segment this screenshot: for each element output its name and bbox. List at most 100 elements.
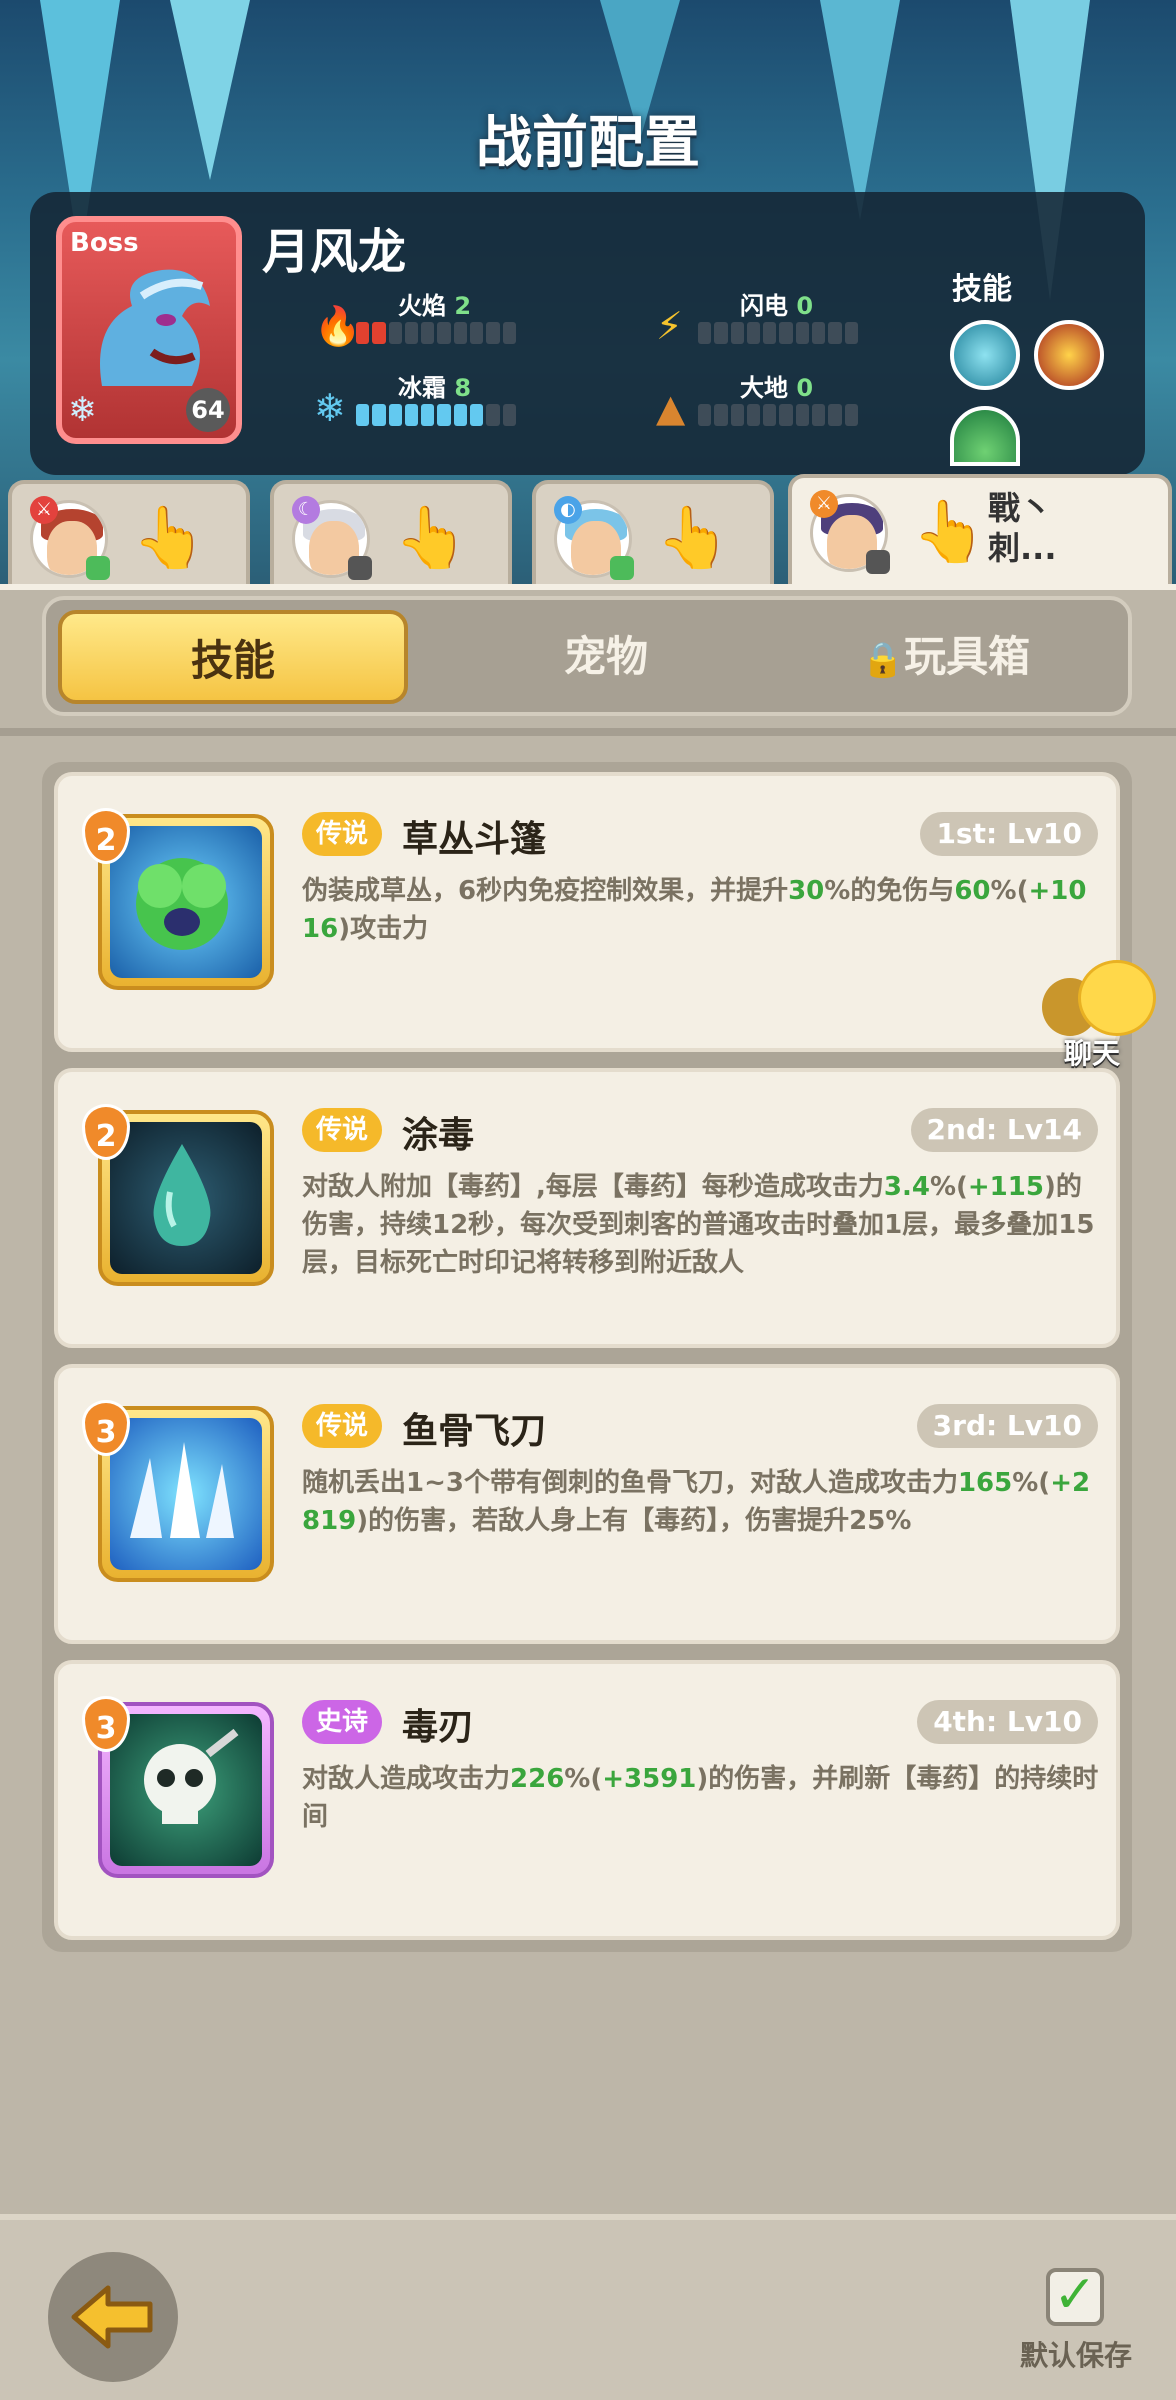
stat-bar [356,322,516,344]
stat-bar-segment [698,404,712,426]
highlight-value: 3.4 [883,1172,930,1202]
default-save-checkbox[interactable]: ✓ [1046,2268,1104,2326]
skill-slot-level: 2nd: Lv14 [910,1108,1098,1152]
stat-bar-segment [828,322,842,344]
tab-label: 宠物 [563,632,648,681]
boss-level: 64 [186,388,230,432]
stat-bar-segment [356,322,370,344]
hero-tab-2[interactable]: ☾ 👆 [270,480,512,584]
stat-bar-segment [746,322,761,344]
highlight-value: 30 [788,876,825,906]
stat-bar-segment [844,404,858,426]
tab-label: 玩具箱 [904,632,1031,681]
stat-bar-segment [388,322,402,344]
stat-bar [356,404,516,426]
fire-icon: 🔥 [314,304,362,348]
stat-label: 大地 [740,374,788,402]
stat-frost: ❄ 冰霜 8 [314,368,574,430]
stat-bar-segment [746,404,761,426]
skill-slot-level: 1st: Lv10 [920,812,1098,856]
skill-name: 鱼骨飞刀 [402,1411,547,1452]
back-button[interactable] [48,2252,178,2382]
pointing-hand-icon: 👆 [656,503,731,573]
nature-skill-icon[interactable] [950,406,1020,466]
wind-skill-icon[interactable] [950,320,1020,390]
stat-bar-segment [763,322,777,344]
tab-skills[interactable]: 技能 [58,610,408,704]
dragon-portrait-icon [100,269,210,386]
pointing-hand-icon: 👆 [132,503,207,573]
stat-bar-segment [828,404,842,426]
boss-info-panel: Boss ❄ 64 月风龙 🔥 火焰 2 ⚡ 闪电 0 ❄ 冰霜 8 ▲ 大地 … [30,192,1145,475]
stat-label: 冰霜 [398,374,446,402]
skill-slot-level: 4th: Lv10 [917,1700,1098,1744]
tab-toybox[interactable]: 🔒玩具箱 [786,610,1106,704]
stat-bar-segment [779,322,793,344]
chat-status-icon [610,556,634,580]
class-badge-icon: ⚔ [810,490,838,518]
skull-blade-icon [110,1714,262,1866]
bush-icon [110,826,262,978]
stat-bar-segment [437,404,451,426]
fire-skill-icon[interactable] [1034,320,1104,390]
hero-tab-1[interactable]: ⚔ 👆 [8,480,250,584]
stat-bar-segment [470,404,484,426]
class-badge-icon: ☾ [292,496,320,524]
hero-tab-4[interactable]: ⚔ 👆 戰丶刺... [788,474,1172,584]
stat-bar-segment [453,322,468,344]
stat-bar-segment [730,404,744,426]
snowflake-icon: ❄ [68,390,97,430]
hero-tab-3[interactable]: ◐ 👆 [532,480,774,584]
stat-bar-segment [388,404,402,426]
description-text: %的免伤与 [824,876,955,906]
highlight-value: +115 [967,1172,1044,1202]
lightning-icon: ⚡ [656,304,683,348]
skill-list: 2 传说 草丛斗篷 1st: Lv10 伪装成草丛，6秒内免疫控制效果，并提升3… [42,762,1132,1952]
skill-slot-level: 3rd: Lv10 [916,1404,1098,1448]
stat-bar-segment [404,322,419,344]
chat-button[interactable]: 聊天 [1036,958,1166,1070]
stat-value: 0 [796,374,814,402]
stat-bar-segment [486,404,500,426]
boss-tag: Boss [70,228,139,258]
chat-status-icon [348,556,372,580]
chat-label: 聊天 [1064,1037,1121,1070]
stat-bar-segment [714,404,728,426]
description-text: 对敌人造成攻击力 [302,1764,511,1794]
description-text: 随机丢出1~3个带有倒刺的鱼骨飞刀，对敌人造成攻击力 [302,1468,958,1498]
stat-bar-segment [404,404,419,426]
tab-bar: 技能 宠物 🔒玩具箱 [42,596,1132,716]
description-text: %( [929,1172,968,1202]
stat-fire: 🔥 火焰 2 [314,286,574,348]
highlight-value: 226 [510,1764,565,1794]
skill-description: 随机丢出1~3个带有倒刺的鱼骨飞刀，对敌人造成攻击力165%(+2819)的伤害… [302,1464,1102,1540]
stat-label: 闪电 [740,292,788,320]
boss-card[interactable]: Boss ❄ 64 [56,216,242,444]
stat-bar-segment [502,322,516,344]
skill-name: 草丛斗篷 [402,819,547,860]
stat-bar-segment [470,322,484,344]
description-text: )的伤害，若敌人身上有【毒药】，伤害提升25% [356,1506,912,1536]
poison-drop-icon [110,1122,262,1274]
skill-card[interactable]: 2 传说 涂毒 2nd: Lv14 对敌人附加【毒药】,每层【毒药】每秒造成攻击… [54,1068,1120,1348]
skill-card[interactable]: 3 史诗 毒刃 4th: Lv10 对敌人造成攻击力226%(+3591)的伤害… [54,1660,1120,1940]
stat-value: 2 [454,292,472,320]
skill-card[interactable]: 2 传说 草丛斗篷 1st: Lv10 伪装成草丛，6秒内免疫控制效果，并提升3… [54,772,1120,1052]
rarity-badge: 传说 [302,812,383,856]
skill-name: 涂毒 [402,1115,475,1156]
rarity-badge: 传说 [302,1404,383,1448]
fishbone-blade-icon [110,1418,262,1570]
stat-bar-segment [844,322,858,344]
highlight-value: 60 [954,876,991,906]
highlight-value: +3591 [602,1764,697,1794]
mountain-icon: ▲ [656,386,686,430]
skill-card[interactable]: 3 传说 鱼骨飞刀 3rd: Lv10 随机丢出1~3个带有倒刺的鱼骨飞刀，对敌… [54,1364,1120,1644]
stat-bar-segment [372,404,386,426]
stat-lightning: ⚡ 闪电 0 [656,286,916,348]
stat-bar-segment [714,322,728,344]
default-save-label: 默认保存 [1020,2339,1133,2372]
description-text: %( [990,876,1029,906]
boss-skills-label: 技能 [952,272,1012,307]
skill-description: 对敌人造成攻击力226%(+3591)的伤害，并刷新【毒药】的持续时间 [302,1760,1102,1836]
tab-pets[interactable]: 宠物 [456,610,756,704]
